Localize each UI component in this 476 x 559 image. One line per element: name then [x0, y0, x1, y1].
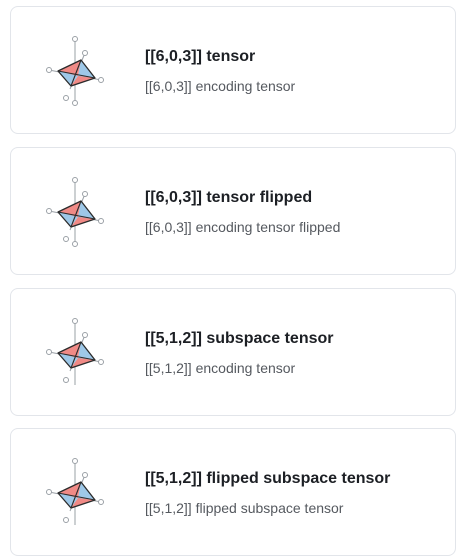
tensor-network-icon	[39, 172, 119, 252]
item-title: [[6,0,3]] tensor flipped	[145, 189, 313, 206]
tensor-list: [[6,0,3]] tensor [[6,0,3]] encoding tens…	[0, 0, 476, 559]
tensor-network-icon	[39, 313, 119, 393]
item-title: [[5,1,2]] flipped subspace tensor	[145, 470, 391, 487]
item-title: [[6,0,3]] tensor	[145, 48, 256, 65]
list-item[interactable]: [[5,1,2]] subspace tensor [[5,1,2]] enco…	[10, 288, 456, 416]
tensor-network-icon	[39, 31, 119, 111]
list-item[interactable]: [[5,1,2]] flipped subspace tensor [[5,1,…	[10, 428, 456, 556]
item-subtitle: [[6,0,3]] encoding tensor	[145, 78, 296, 94]
item-subtitle: [[5,1,2]] encoding tensor	[145, 360, 296, 376]
item-subtitle: [[5,1,2]] flipped subspace tensor	[145, 500, 344, 516]
list-item[interactable]: [[6,0,3]] tensor flipped [[6,0,3]] encod…	[10, 147, 456, 275]
item-title: [[5,1,2]] subspace tensor	[145, 330, 334, 347]
list-item[interactable]: [[6,0,3]] tensor [[6,0,3]] encoding tens…	[10, 6, 456, 134]
tensor-network-icon	[39, 453, 119, 533]
item-subtitle: [[6,0,3]] encoding tensor flipped	[145, 219, 341, 235]
